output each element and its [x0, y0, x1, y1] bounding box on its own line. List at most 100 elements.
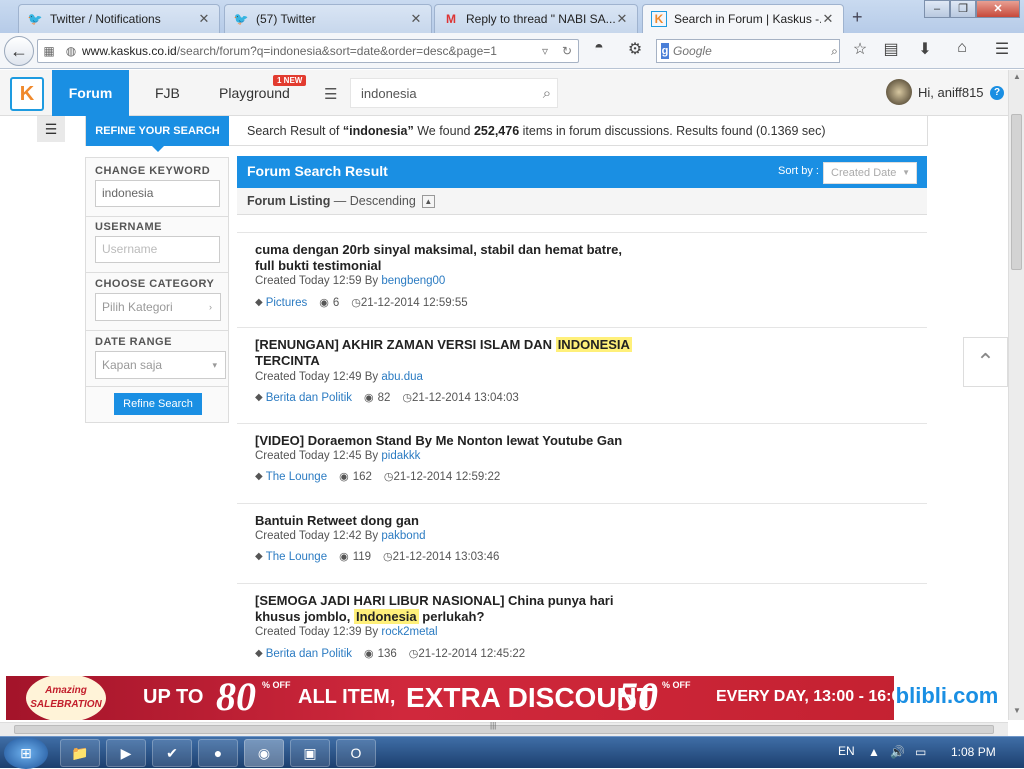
- scroll-up-icon[interactable]: ▲: [1009, 72, 1024, 81]
- date-range-select[interactable]: Kapan saja ▾: [95, 351, 226, 379]
- thread-title[interactable]: [VIDEO] Doraemon Stand By Me Nonton lewa…: [255, 433, 675, 449]
- dropdown-arrow-icon[interactable]: ▿: [534, 44, 556, 58]
- author-link[interactable]: pakbond: [381, 530, 425, 542]
- thread-title[interactable]: [SEMOGA JADI HARI LIBUR NASIONAL] China …: [255, 593, 645, 625]
- keyword-field[interactable]: indonesia: [95, 180, 220, 207]
- windows-start-button[interactable]: ⊞: [4, 737, 48, 769]
- nav-fjb[interactable]: FJB: [155, 70, 180, 116]
- volume-icon[interactable]: 🔊: [890, 745, 905, 759]
- view-count: 6: [332, 296, 340, 309]
- avatar[interactable]: [886, 79, 912, 105]
- minimize-button[interactable]: –: [924, 0, 950, 18]
- menu-icon[interactable]: ☰: [990, 39, 1014, 59]
- language-indicator[interactable]: EN: [838, 744, 855, 758]
- help-icon[interactable]: ?: [990, 86, 1004, 100]
- norton-icon[interactable]: ✔: [152, 739, 192, 767]
- grip-icon: |||: [490, 721, 497, 730]
- kaskus-logo[interactable]: K: [10, 77, 44, 111]
- clock-icon: ◷: [408, 648, 419, 660]
- category-link[interactable]: The Lounge: [266, 471, 327, 483]
- gear-icon[interactable]: ⚙: [623, 39, 647, 59]
- tab-twitter-notifications[interactable]: 🐦 Twitter / Notifications ✕: [18, 4, 220, 33]
- author-link[interactable]: rock2metal: [381, 626, 437, 638]
- address-bar[interactable]: ▦ ◍ www.kaskus.co.id/search/forum?q=indo…: [37, 39, 579, 63]
- reading-list-icon[interactable]: ▤: [879, 39, 903, 59]
- close-tab-icon[interactable]: ✕: [197, 11, 211, 27]
- opera-icon[interactable]: O: [336, 739, 376, 767]
- site-search-box[interactable]: ⌕: [350, 78, 558, 108]
- author-link[interactable]: pidakkk: [381, 450, 420, 462]
- mask-icon[interactable]: ◓: [587, 39, 611, 57]
- explorer-icon[interactable]: 📁: [60, 739, 100, 767]
- thread-title[interactable]: [RENUNGAN] AKHIR ZAMAN VERSI ISLAM DAN I…: [255, 337, 645, 369]
- maximize-button[interactable]: ❐: [950, 0, 976, 18]
- list-item[interactable]: [SEMOGA JADI HARI LIBUR NASIONAL] China …: [237, 584, 927, 680]
- search-icon[interactable]: ⌕: [537, 85, 557, 102]
- close-tab-icon[interactable]: ✕: [615, 11, 629, 27]
- category-link[interactable]: Pictures: [266, 297, 308, 309]
- ad-off-label: % OFF: [662, 680, 691, 690]
- category-link[interactable]: The Lounge: [266, 551, 327, 563]
- tab-twitter[interactable]: 🐦 (57) Twitter ✕: [224, 4, 432, 33]
- scrollbar-thumb[interactable]: [1011, 114, 1022, 270]
- orb-app-icon[interactable]: ●: [198, 739, 238, 767]
- scroll-down-icon[interactable]: ▼: [1009, 706, 1024, 715]
- refine-panel: CHANGE KEYWORD indonesia USERNAME Userna…: [85, 157, 229, 423]
- category-link[interactable]: Berita dan Politik: [266, 392, 352, 404]
- clock-time[interactable]: 1:08 PM: [951, 745, 996, 759]
- refine-search-button[interactable]: Refine Search: [114, 393, 202, 415]
- vertical-scrollbar[interactable]: ▲ ▼: [1008, 70, 1024, 720]
- scroll-to-top-button[interactable]: ⌃: [963, 337, 1008, 387]
- site-search-input[interactable]: [351, 85, 537, 101]
- firefox-icon[interactable]: ◉: [244, 739, 284, 767]
- show-hidden-icons[interactable]: ▲: [868, 745, 880, 759]
- list-item[interactable]: [RENUNGAN] AKHIR ZAMAN VERSI ISLAM DAN I…: [237, 328, 927, 424]
- close-tab-icon[interactable]: ✕: [409, 11, 423, 27]
- browser-search-bar[interactable]: g ⌕: [656, 39, 840, 63]
- eye-icon: ◉: [364, 648, 374, 660]
- username-field[interactable]: Username: [95, 236, 220, 263]
- category-link[interactable]: Berita dan Politik: [266, 648, 352, 660]
- tag-icon: ◆: [255, 392, 263, 403]
- list-item[interactable]: Bantuin Retweet dong gan Created Today 1…: [237, 504, 927, 584]
- close-tab-icon[interactable]: ✕: [821, 11, 835, 27]
- nav-forum[interactable]: Forum: [52, 70, 129, 116]
- post-date: 21-12-2014 12:59:22: [393, 470, 501, 483]
- list-item[interactable]: [VIDEO] Doraemon Stand By Me Nonton lewa…: [237, 424, 927, 504]
- sidebar-toggle-icon[interactable]: ☰: [37, 116, 65, 142]
- category-select[interactable]: Pilih Kategori ›: [95, 293, 221, 321]
- ad-banner[interactable]: Amazing SALEBRATION UP TO 80 % OFF ALL I…: [6, 676, 1000, 720]
- browser-search-input[interactable]: [673, 44, 831, 58]
- list-icon[interactable]: ☰: [324, 85, 337, 103]
- category-label: CHOOSE CATEGORY: [95, 278, 215, 290]
- back-button[interactable]: ←: [4, 36, 34, 66]
- sort-select[interactable]: Created Date ▼: [823, 162, 917, 184]
- twitter-icon: 🐦: [27, 12, 43, 26]
- bookmark-star-icon[interactable]: ☆: [848, 39, 872, 59]
- refine-search-tab[interactable]: REFINE YOUR SEARCH: [86, 116, 229, 152]
- download-icon[interactable]: ⬇: [913, 39, 937, 59]
- new-badge: 1 NEW: [273, 75, 307, 86]
- reload-icon[interactable]: ↻: [556, 44, 578, 58]
- tab-gmail-reply[interactable]: M Reply to thread " NABI SA... ✕: [434, 4, 638, 33]
- close-window-button[interactable]: ✕: [976, 0, 1020, 18]
- thread-title[interactable]: Bantuin Retweet dong gan: [255, 513, 645, 529]
- tab-kaskus-search[interactable]: K Search in Forum | Kaskus -... ✕: [642, 4, 844, 33]
- list-item[interactable]: cuma dengan 20rb sinyal maksimal, stabil…: [237, 233, 927, 328]
- network-icon[interactable]: ▭: [915, 745, 926, 759]
- search-icon[interactable]: ⌕: [830, 44, 839, 59]
- author-link[interactable]: abu.dua: [381, 371, 423, 383]
- author-link[interactable]: bengbeng00: [381, 275, 445, 287]
- scrollbar-thumb[interactable]: [14, 725, 994, 734]
- thread-title[interactable]: cuma dengan 20rb sinyal maksimal, stabil…: [255, 242, 645, 274]
- app-icon[interactable]: ▣: [290, 739, 330, 767]
- user-greeting[interactable]: Hi, aniff815: [918, 85, 984, 100]
- home-icon[interactable]: ⌂: [950, 39, 974, 57]
- listing-label: Forum Listing: [247, 194, 331, 208]
- horizontal-scrollbar[interactable]: |||: [0, 721, 1008, 736]
- new-tab-button[interactable]: +: [852, 7, 863, 28]
- thread-meta: Created Today 12:42 By pakbond: [255, 530, 426, 542]
- media-player-icon[interactable]: ▶: [106, 739, 146, 767]
- collapse-icon[interactable]: ▲: [421, 195, 435, 209]
- ad-every-day: EVERY DAY, 13:00 - 16:00: [716, 688, 910, 705]
